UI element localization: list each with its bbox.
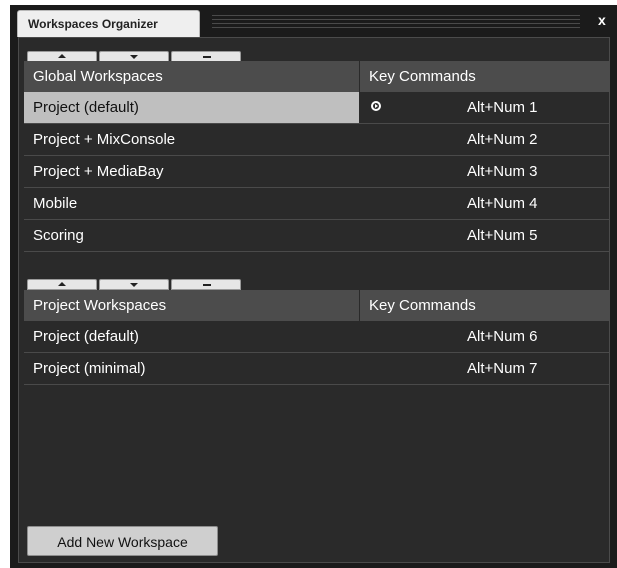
title-bar-grip[interactable]	[212, 15, 580, 29]
workspace-name: Scoring	[33, 227, 84, 244]
table-row[interactable]: Project (minimal) Alt+Num 7	[24, 353, 610, 385]
workspace-name: Project (minimal)	[33, 360, 146, 377]
table-row[interactable]: Project + MediaBay Alt+Num 3	[24, 156, 610, 188]
table-row[interactable]: Project (default) Alt+Num 1	[24, 92, 610, 124]
remove-icon	[203, 56, 211, 58]
move-down-icon	[130, 283, 138, 287]
workspaces-organizer-window: Workspaces Organizer x Global Workspaces…	[0, 0, 617, 568]
column-header-key-commands[interactable]: Key Commands	[360, 61, 610, 92]
move-down-button[interactable]	[99, 279, 169, 290]
workspace-name: Project + MediaBay	[33, 163, 164, 180]
project-workspaces-table: Project Workspaces Key Commands Project …	[24, 290, 610, 385]
table-header: Project Workspaces Key Commands	[24, 290, 610, 321]
remove-icon	[203, 284, 211, 286]
key-command: Alt+Num 3	[467, 163, 538, 180]
key-command: Alt+Num 1	[467, 99, 538, 116]
workspace-name: Project (default)	[24, 92, 359, 123]
table-row[interactable]: Project (default) Alt+Num 6	[24, 321, 610, 353]
tab-workspaces-organizer[interactable]: Workspaces Organizer	[17, 10, 200, 37]
table-header: Global Workspaces Key Commands	[24, 61, 610, 92]
column-header-name[interactable]: Global Workspaces	[24, 61, 360, 92]
move-up-icon	[58, 54, 66, 58]
remove-button[interactable]	[171, 279, 241, 290]
table-row[interactable]: Mobile Alt+Num 4	[24, 188, 610, 220]
global-workspaces-table: Global Workspaces Key Commands Project (…	[24, 61, 610, 252]
add-new-workspace-button[interactable]: Add New Workspace	[27, 526, 218, 556]
key-command: Alt+Num 4	[467, 195, 538, 212]
table-row[interactable]: Project + MixConsole Alt+Num 2	[24, 124, 610, 156]
column-header-name[interactable]: Project Workspaces	[24, 290, 360, 321]
key-command: Alt+Num 7	[467, 360, 538, 377]
active-workspace-icon	[371, 101, 381, 111]
key-command: Alt+Num 6	[467, 328, 538, 345]
key-command: Alt+Num 2	[467, 131, 538, 148]
key-command: Alt+Num 5	[467, 227, 538, 244]
workspace-name: Project + MixConsole	[33, 131, 176, 148]
workspace-name: Mobile	[33, 195, 78, 212]
project-workspaces-toolbar	[27, 279, 243, 290]
workspace-name: Project (default)	[33, 328, 139, 345]
move-up-button[interactable]	[27, 279, 97, 290]
move-down-icon	[130, 55, 138, 59]
table-row[interactable]: Scoring Alt+Num 5	[24, 220, 610, 252]
column-header-key-commands[interactable]: Key Commands	[360, 290, 610, 321]
close-icon[interactable]: x	[598, 12, 606, 28]
move-up-icon	[58, 282, 66, 286]
